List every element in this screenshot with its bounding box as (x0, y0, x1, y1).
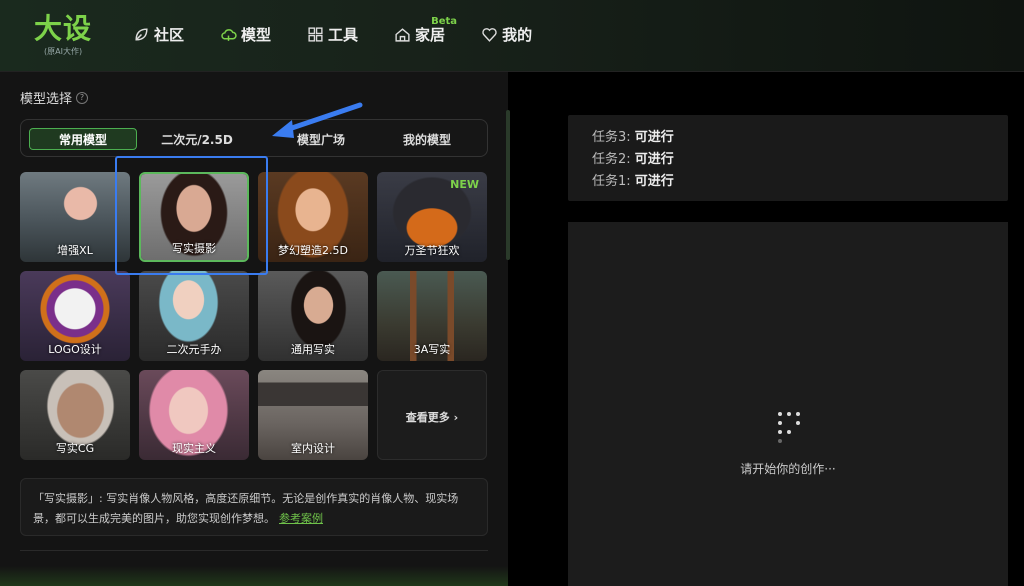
model-label: 写实CG (55, 442, 95, 455)
nav-label: 社区 (154, 25, 185, 44)
top-header: 大设 (原AI大作) 社区 模型 工具 家居 Beta 我的 (0, 0, 1024, 72)
model-card-3a-realistic[interactable]: 3A写实 (377, 271, 487, 361)
cloud-icon (221, 28, 237, 41)
nav-item-models[interactable]: 模型 (220, 24, 271, 45)
view-more-button[interactable]: 查看更多 › (377, 370, 487, 460)
heart-icon (482, 27, 497, 42)
model-label: 3A写实 (413, 343, 451, 356)
model-card-general-realistic[interactable]: 通用写实 (258, 271, 368, 361)
reference-cases-link[interactable]: 参考案例 (279, 512, 323, 525)
model-label: 室内设计 (291, 442, 335, 455)
arrow-icon (272, 102, 363, 138)
model-tabs: 常用模型 二次元/2.5D 模型广场 我的模型 (20, 119, 488, 157)
task-row: 任务3: 可进行 (592, 130, 674, 145)
model-card-dream-2-5d[interactable]: 梦幻塑造2.5D (258, 172, 368, 262)
model-label: 二次元手办 (166, 343, 222, 356)
section-title: 模型选择 ? (20, 88, 89, 107)
model-description: 「写实摄影」: 写实肖像人物风格，高度还原细节。无论是创作真实的肖像人物、现实场… (20, 478, 488, 536)
model-card-realistic-cg[interactable]: 写实CG (20, 370, 130, 460)
bottom-glow (0, 566, 508, 586)
model-label: 通用写实 (291, 343, 335, 356)
model-card-enhanced-xl[interactable]: 增强XL (20, 172, 130, 262)
nav-label: 家居 (415, 25, 446, 44)
nav-label: 工具 (328, 25, 359, 44)
nav-item-home[interactable]: 家居 Beta (394, 16, 457, 45)
nav-item-tools[interactable]: 工具 (307, 24, 358, 45)
model-label: 现实主义 (172, 442, 216, 455)
view-more-label: 查看更多 › (405, 411, 459, 424)
panel-scrollbar[interactable] (506, 110, 510, 260)
grid-icon (308, 26, 323, 42)
brand-tagline: (原AI大作) (44, 47, 83, 56)
task-row: 任务2: 可进行 (592, 152, 674, 167)
model-card-logo-design[interactable]: LOGO设计 (20, 271, 130, 361)
model-label: LOGO设计 (48, 343, 102, 356)
chevron-right-icon: › (453, 411, 459, 424)
help-icon[interactable]: ? (76, 91, 89, 104)
tab-common-models[interactable]: 常用模型 (29, 128, 137, 150)
highlight-box (115, 156, 268, 275)
canvas-hint: 请开始你的创作··· (740, 462, 836, 476)
tab-my-models[interactable]: 我的模型 (377, 128, 477, 150)
leaf-icon (135, 27, 148, 41)
nav-label: 模型 (241, 25, 272, 44)
creation-canvas: 请开始你的创作··· (568, 222, 1008, 586)
new-badge: NEW (450, 178, 479, 191)
divider (20, 550, 488, 551)
nav-label: 我的 (502, 25, 533, 44)
model-label: 梦幻塑造2.5D (278, 244, 348, 257)
model-card-interior-design[interactable]: 室内设计 (258, 370, 368, 460)
model-card-halloween[interactable]: NEW 万圣节狂欢 (377, 172, 487, 262)
model-label: 万圣节狂欢 (404, 244, 460, 257)
nav-item-community[interactable]: 社区 (133, 24, 184, 45)
brand-logo[interactable]: 大设 (原AI大作) (34, 12, 104, 58)
loading-spinner-icon (774, 412, 804, 443)
description-text: 「写实摄影」: 写实肖像人物风格，高度还原细节。无论是创作真实的肖像人物、现实场… (33, 492, 459, 525)
task-row: 任务1: 可进行 (592, 174, 674, 189)
section-title-text: 模型选择 (20, 92, 73, 107)
model-label: 增强XL (57, 244, 93, 257)
task-queue: 任务3: 可进行 任务2: 可进行 任务1: 可进行 (568, 115, 1008, 201)
house-icon (395, 27, 410, 42)
beta-badge: Beta (431, 15, 458, 27)
brand-name: 大设 (34, 12, 93, 45)
model-card-anime-figure[interactable]: 二次元手办 (139, 271, 249, 361)
nav-item-mine[interactable]: 我的 (481, 24, 532, 45)
model-card-realism[interactable]: 现实主义 (139, 370, 249, 460)
main-nav: 社区 模型 工具 家居 Beta 我的 (133, 16, 568, 48)
tab-anime-2-5d[interactable]: 二次元/2.5D (147, 128, 247, 150)
